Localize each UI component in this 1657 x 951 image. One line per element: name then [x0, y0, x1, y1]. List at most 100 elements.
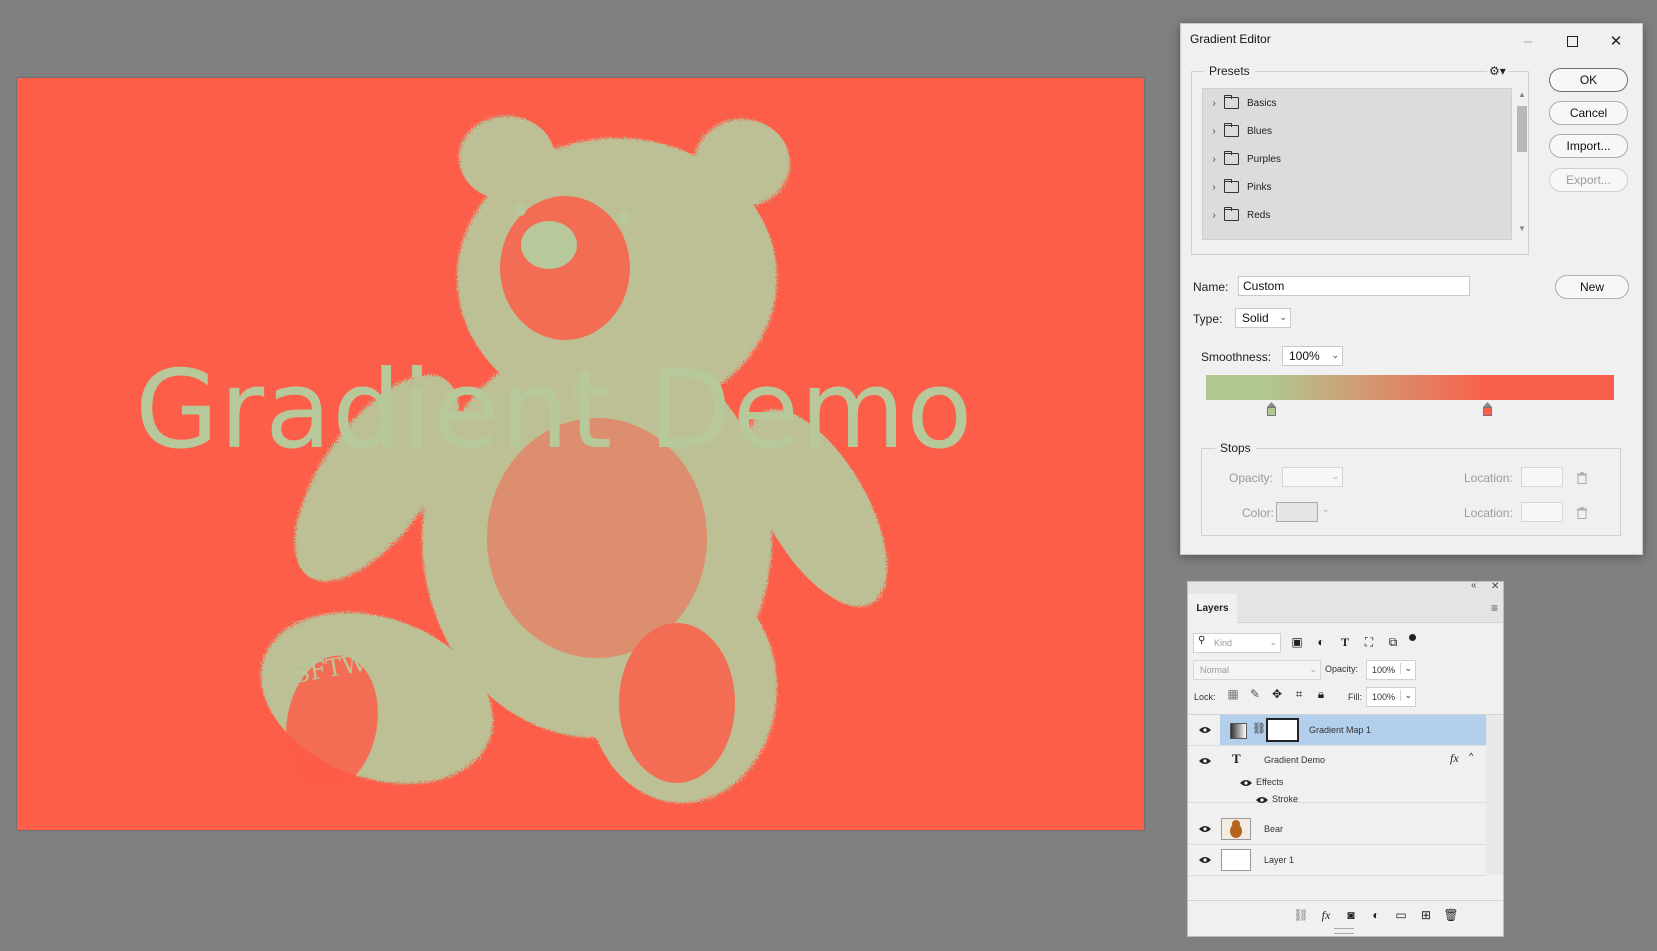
chevron-right-icon: › — [1212, 153, 1216, 165]
add-style-icon[interactable]: fx — [1319, 908, 1333, 922]
gear-icon[interactable]: ⚙▾ — [1487, 64, 1508, 78]
chevron-down-icon: ⌄ — [1331, 350, 1339, 360]
smoothness-value: 100% — [1289, 349, 1320, 363]
folder-icon — [1224, 207, 1239, 221]
new-button[interactable]: New — [1555, 275, 1629, 299]
preset-folder[interactable]: › Pinks — [1203, 176, 1271, 198]
chevron-down-icon: ⌄ — [1331, 471, 1339, 481]
panel-titlebar[interactable]: « ✕ — [1188, 580, 1503, 594]
effects-visibility-icon[interactable] — [1240, 779, 1252, 787]
layer-row[interactable]: Layer 1 — [1188, 845, 1486, 876]
preset-list[interactable]: › Basics › Blues › Purples › Pinks › Reds — [1202, 88, 1512, 240]
lock-all-icon[interactable]: 🔒︎ — [1314, 687, 1328, 701]
visibility-eye-icon[interactable] — [1199, 726, 1211, 734]
image-filter-icon[interactable]: ▣ — [1290, 635, 1304, 649]
new-layer-icon[interactable]: ⊞ — [1419, 908, 1433, 922]
layers-scrollbar[interactable] — [1486, 715, 1503, 875]
kind-filter-value: Kind — [1214, 638, 1233, 648]
collapse-icon[interactable]: « — [1471, 580, 1477, 591]
opacity-input[interactable]: 100% ⌄ — [1366, 660, 1416, 680]
layer-mask-thumbnail[interactable] — [1266, 718, 1299, 742]
gradient-map-adjustment-icon — [1230, 723, 1247, 739]
layer-row[interactable]: ⛓ Gradient Map 1 — [1188, 715, 1486, 746]
folder-icon — [1224, 95, 1239, 109]
search-icon: ⚲ — [1198, 635, 1206, 646]
visibility-eye-icon[interactable] — [1199, 856, 1211, 864]
layer-row[interactable]: Bear — [1188, 814, 1486, 845]
visibility-eye-icon[interactable] — [1199, 825, 1211, 833]
layer-name: Layer 1 — [1264, 855, 1295, 865]
cancel-button[interactable]: Cancel — [1549, 101, 1628, 125]
gradient-preview-bar[interactable] — [1206, 375, 1614, 400]
minimize-button[interactable]: – — [1506, 26, 1550, 56]
close-icon[interactable]: ✕ — [1491, 581, 1499, 592]
stroke-visibility-icon[interactable] — [1256, 796, 1268, 804]
link-icon[interactable]: ⛓ — [1252, 722, 1266, 735]
scroll-down-icon[interactable]: ▼ — [1518, 224, 1526, 233]
new-group-icon[interactable]: ▭ — [1394, 908, 1408, 922]
layer-thumbnail[interactable] — [1221, 849, 1251, 871]
name-input[interactable]: Custom — [1238, 276, 1470, 296]
lock-label: Lock: — [1194, 692, 1216, 702]
adjustment-filter-icon[interactable]: ◐ — [1314, 635, 1328, 649]
preset-label: Purples — [1247, 153, 1281, 165]
preset-scrollbar[interactable]: ▲ ▼ — [1516, 90, 1528, 236]
export-button[interactable]: Export... — [1549, 168, 1628, 192]
lock-artboard-icon[interactable]: ⌗ — [1292, 687, 1306, 701]
tab-layers[interactable]: Layers — [1188, 594, 1238, 622]
scrollbar-thumb[interactable] — [1517, 106, 1527, 152]
blend-mode-select[interactable]: Normal ⌄ — [1193, 660, 1321, 680]
color-location-label: Location: — [1464, 506, 1513, 520]
fx-icon[interactable]: fx — [1450, 751, 1459, 766]
trash-icon[interactable] — [1577, 472, 1587, 484]
maximize-button[interactable] — [1550, 26, 1594, 56]
color-location-input[interactable] — [1521, 502, 1563, 522]
fill-label: Fill: — [1348, 692, 1362, 702]
stop-color-swatch[interactable] — [1276, 502, 1318, 522]
type-filter-icon[interactable]: T — [1338, 635, 1352, 649]
delete-layer-icon[interactable]: 🗑︎ — [1443, 908, 1458, 922]
opacity-value: 100% — [1372, 665, 1396, 675]
preset-folder[interactable]: › Purples — [1203, 148, 1281, 170]
folder-icon — [1224, 123, 1239, 137]
folder-icon — [1224, 179, 1239, 193]
smart-object-filter-icon[interactable]: ⧉ — [1386, 635, 1400, 649]
preset-folder[interactable]: › Blues — [1203, 120, 1272, 142]
lock-paint-icon[interactable]: ✎ — [1248, 687, 1262, 701]
effects-label: Effects — [1256, 777, 1284, 787]
opacity-location-input[interactable] — [1521, 467, 1563, 487]
layer-row[interactable]: T Gradient Demo fx ^ Effects Stroke — [1188, 746, 1486, 804]
preset-folder[interactable]: › Reds — [1203, 204, 1270, 226]
import-button[interactable]: Import... — [1549, 134, 1628, 158]
link-layers-icon[interactable]: ⛓ — [1293, 908, 1308, 922]
stops-label: Stops — [1215, 441, 1256, 455]
resize-grip[interactable] — [1334, 928, 1354, 934]
visibility-eye-icon[interactable] — [1199, 757, 1211, 765]
stop-opacity-input[interactable]: ⌄ — [1282, 467, 1343, 487]
shape-filter-icon[interactable]: ⛶ — [1362, 635, 1376, 649]
color-stop[interactable] — [1266, 402, 1276, 416]
type-select[interactable]: Solid ⌄ — [1235, 308, 1291, 328]
dialog-title: Gradient Editor — [1190, 32, 1271, 46]
kind-filter-select[interactable]: ⚲ Kind ⌄ — [1193, 633, 1281, 653]
lock-position-icon[interactable]: ✥ — [1270, 687, 1284, 701]
panel-menu-icon[interactable]: ≡ — [1491, 601, 1498, 615]
new-adjustment-icon[interactable]: ◐ — [1369, 908, 1383, 922]
chevron-right-icon: › — [1212, 181, 1216, 193]
bear-layer-thumbnail[interactable] — [1221, 818, 1251, 840]
chevron-up-icon[interactable]: ^ — [1469, 751, 1473, 761]
filter-toggle-icon[interactable] — [1409, 634, 1416, 641]
scroll-up-icon[interactable]: ▲ — [1518, 90, 1526, 99]
ok-button[interactable]: OK — [1549, 68, 1628, 92]
fill-input[interactable]: 100% ⌄ — [1366, 687, 1416, 707]
smoothness-select[interactable]: 100% ⌄ — [1282, 346, 1343, 366]
lock-transparent-icon[interactable]: ▦ — [1226, 687, 1240, 701]
add-mask-icon[interactable]: ◙ — [1344, 908, 1358, 922]
preset-folder[interactable]: › Basics — [1203, 92, 1276, 114]
close-icon: ✕ — [1609, 33, 1623, 50]
close-button[interactable]: ✕ — [1594, 26, 1638, 56]
chevron-down-icon[interactable]: ⌄ — [1322, 504, 1330, 515]
color-stop[interactable] — [1483, 402, 1493, 416]
document-canvas[interactable]: SFTW Gradient Demo — [17, 78, 1144, 830]
trash-icon[interactable] — [1577, 507, 1587, 519]
